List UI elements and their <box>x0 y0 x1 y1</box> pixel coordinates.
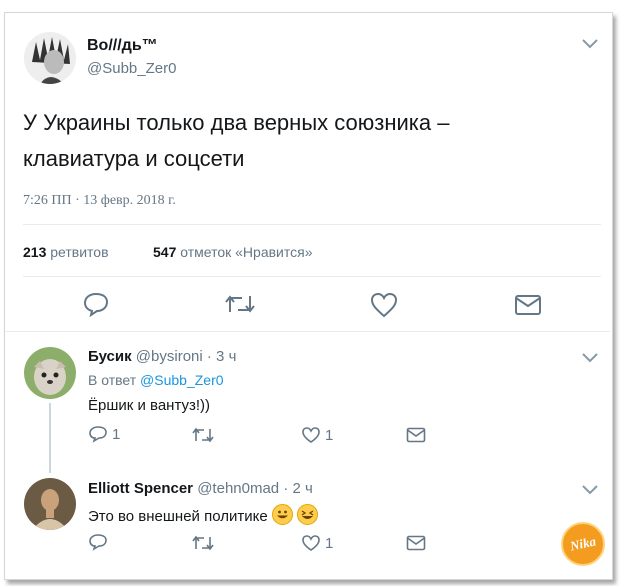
reply2-message-button[interactable] <box>406 535 426 551</box>
like-icon <box>370 292 398 318</box>
retweet-icon <box>225 295 255 313</box>
reply1-reply-prefix: В ответ <box>88 372 137 388</box>
reply1-retweet-button[interactable] <box>191 426 215 444</box>
reply-icon <box>89 426 107 443</box>
chevron-down-icon[interactable] <box>581 351 599 369</box>
reply2-retweet-button[interactable] <box>191 534 215 552</box>
likes-count: 547 <box>153 244 177 260</box>
reply2-like-button[interactable]: 1 <box>301 534 333 552</box>
message-button[interactable] <box>514 294 542 316</box>
like-icon <box>302 427 320 443</box>
reply1-reply-context: В ответ @Subb_Zer0 <box>88 372 224 388</box>
main-tweet-text-line1: У Украины только два верных союзника – <box>23 110 450 135</box>
message-icon <box>406 535 426 551</box>
reply2-handle[interactable]: @tehn0mad <box>197 480 279 497</box>
main-tweet-text: У Украины только два верных союзника – к… <box>23 105 449 177</box>
retweet-icon <box>192 427 214 443</box>
divider <box>5 331 610 332</box>
divider <box>23 224 601 225</box>
reply1-avatar[interactable] <box>24 347 76 399</box>
likes-stat[interactable]: 547 отметок «Нравится» <box>153 244 313 260</box>
reply1-reply-button[interactable]: 1 <box>88 425 120 443</box>
like-button[interactable] <box>370 292 398 318</box>
reply2-display-name[interactable]: Elliott Spencer <box>88 480 193 497</box>
reply1-text: Ёршик и вантуз!)) <box>88 397 211 414</box>
watermark-text: Nika <box>568 533 598 554</box>
main-handle[interactable]: @Subb_Zer0 <box>87 60 176 77</box>
reply2-like-count: 1 <box>325 534 334 552</box>
reply2-avatar[interactable] <box>24 478 76 530</box>
reply2-text: Это во внешней политике <box>88 508 268 525</box>
main-tweet-text-line2: клавиатура и соцсети <box>23 146 245 171</box>
reply1-header: Бусик @bysironi · 3 ч <box>88 348 236 365</box>
retweets-label: ретвитов <box>50 244 109 260</box>
message-icon <box>406 427 426 443</box>
laughing-emoji-icon <box>297 504 319 525</box>
reply2-text-row: Это во внешней политике <box>88 504 319 525</box>
reply-button[interactable] <box>82 291 110 317</box>
reply1-like-count: 1 <box>325 426 334 444</box>
reply2-reply-button[interactable] <box>88 533 108 551</box>
message-icon <box>515 295 541 315</box>
retweet-icon <box>192 535 214 551</box>
reply2-header: Elliott Spencer @tehn0mad · 2 ч <box>88 480 313 497</box>
main-avatar[interactable] <box>24 32 76 84</box>
watermark-badge: Nika <box>561 522 605 566</box>
grinning-emoji-icon <box>271 504 293 525</box>
reply2-time[interactable]: · 2 ч <box>283 480 313 497</box>
retweet-button[interactable] <box>224 292 256 316</box>
main-timestamp[interactable]: 7:26 ПП · 13 февр. 2018 г. <box>23 193 176 209</box>
tweet-card: Во///дь™ @Subb_Zer0 У Украины только два… <box>4 12 613 580</box>
reply1-display-name[interactable]: Бусик <box>88 348 132 365</box>
reply1-handle[interactable]: @bysironi <box>136 348 203 365</box>
likes-label: отметок «Нравится» <box>180 244 313 260</box>
divider <box>23 276 601 277</box>
reply1-like-button[interactable]: 1 <box>301 426 333 444</box>
reply1-reply-to-handle[interactable]: @Subb_Zer0 <box>140 372 223 388</box>
like-icon <box>302 535 320 551</box>
reply1-time[interactable]: · 3 ч <box>207 348 237 365</box>
retweets-stat[interactable]: 213 ретвитов <box>23 244 109 260</box>
reply1-reply-count: 1 <box>112 425 121 443</box>
main-display-name[interactable]: Во///дь™ <box>87 37 158 55</box>
retweets-count: 213 <box>23 244 47 260</box>
reply-icon <box>89 534 107 551</box>
chevron-down-icon[interactable] <box>581 483 599 501</box>
reply-icon <box>83 292 109 317</box>
reply1-message-button[interactable] <box>406 427 426 443</box>
chevron-down-icon[interactable] <box>581 37 599 55</box>
thread-line <box>49 403 51 473</box>
